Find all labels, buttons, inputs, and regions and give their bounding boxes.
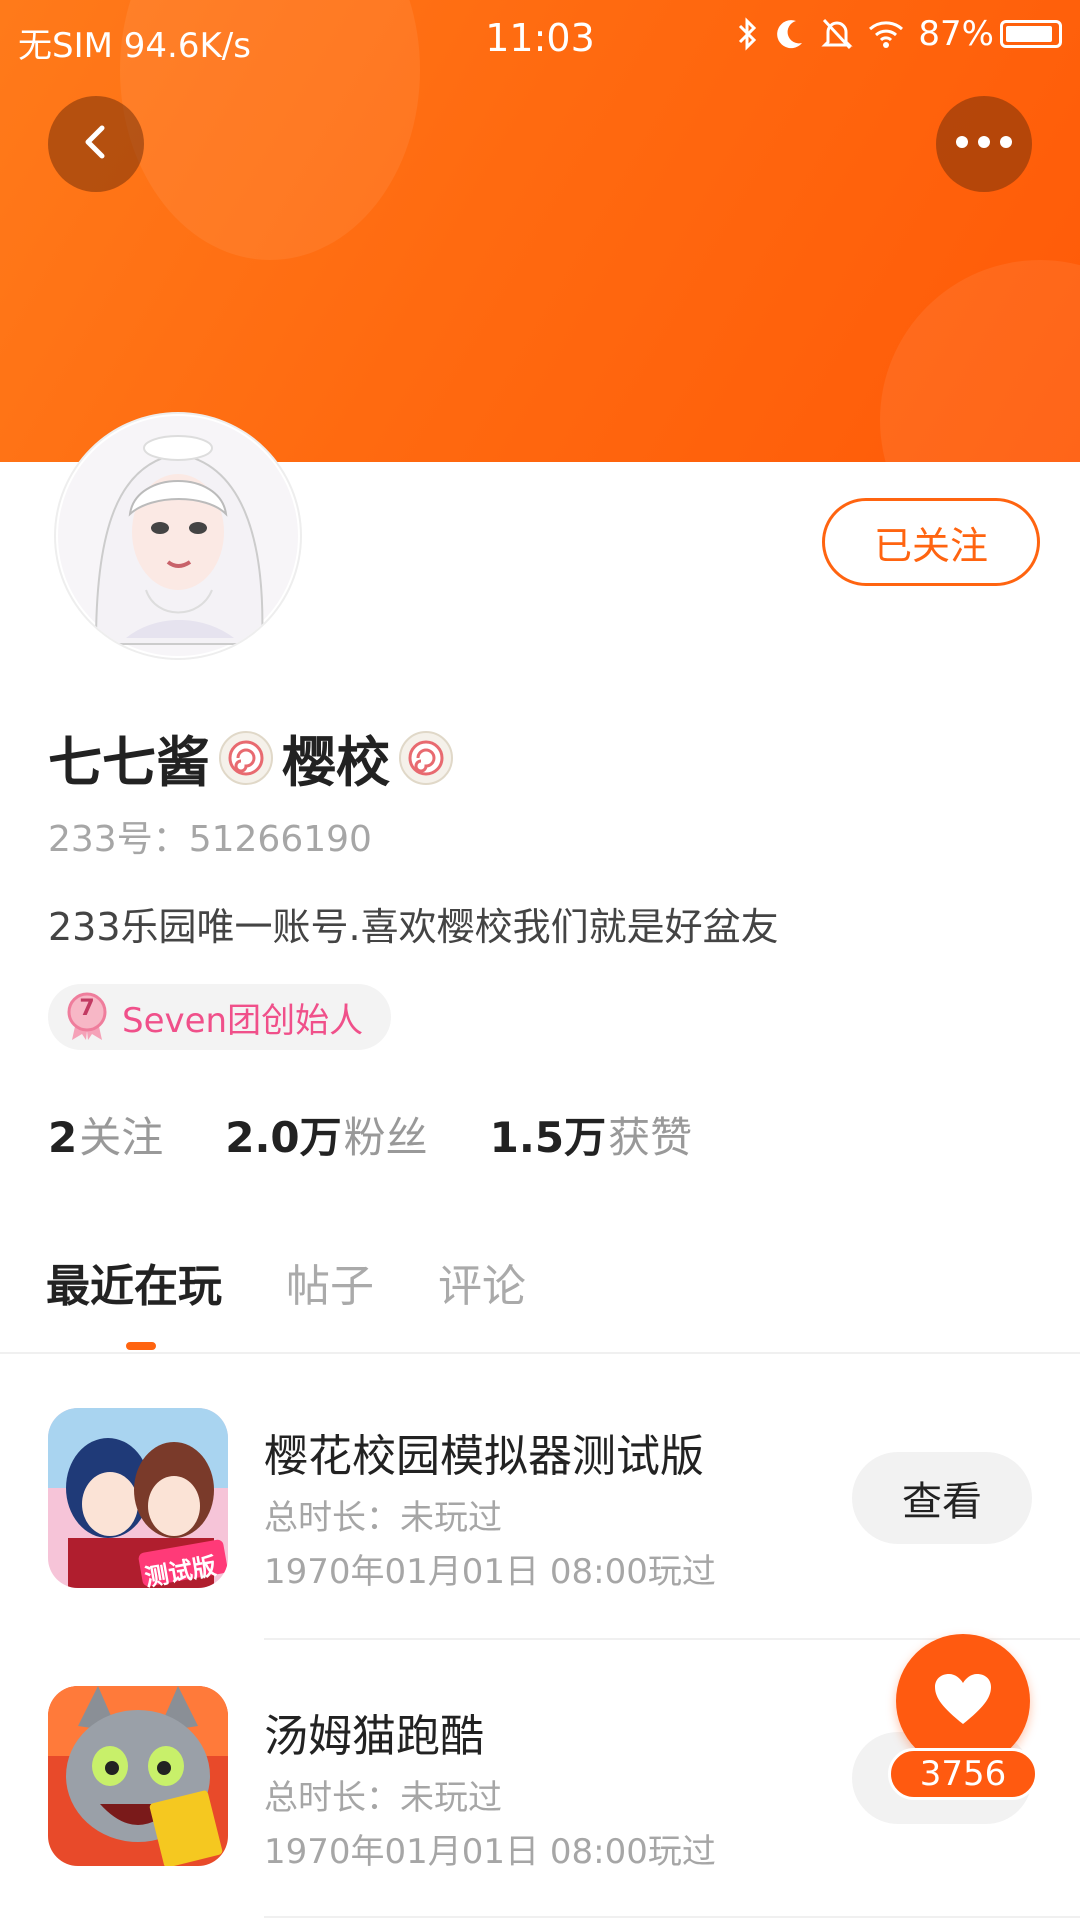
game-title: 樱花校园模拟器测试版 [264,1431,704,1482]
battery-icon [1000,20,1062,48]
header-decoration [880,260,1080,462]
active-tab-indicator [126,1342,156,1350]
bluetooth-icon [736,16,760,52]
heart-icon [933,1672,993,1730]
name-part-2: 樱校 [282,731,390,794]
game-last-played: 1970年01月01日 08:00玩过 [264,1552,716,1592]
tag-label: Seven团创始人 [122,1000,364,1041]
profile-tabs: 最近在玩 帖子 评论 [46,1250,590,1314]
tab-recent[interactable]: 最近在玩 [46,1250,222,1314]
wifi-icon [868,19,904,49]
fans-label: 粉丝 [343,1113,428,1162]
status-right: 87% [736,14,1062,54]
medal-icon: 7 [64,992,110,1042]
game-duration: 总时长：未玩过 [264,1498,502,1538]
avatar-illustration [58,416,298,656]
status-bar: 无SIM 94.6K/s 11:03 87% [0,0,1080,76]
more-options-button[interactable] [936,96,1032,192]
following-stat[interactable]: 2 关注 [48,1104,163,1165]
follow-status-button[interactable]: 已关注 [822,498,1040,586]
user-bio: 233乐园唯一账号.喜欢樱校我们就是好盆友 [48,905,779,949]
moon-icon [774,17,806,51]
back-button[interactable] [48,96,144,192]
mute-bell-icon [820,16,854,52]
game-last-played: 1970年01月01日 08:00玩过 [264,1832,716,1872]
user-id: 233号：51266190 [48,819,372,860]
view-game-button[interactable]: 查看 [852,1452,1032,1544]
game-icon-tom-cat [48,1686,228,1866]
likes-label: 获赞 [608,1113,693,1162]
likes-count: 1.5万 [489,1113,607,1162]
title-tag[interactable]: 7 Seven团创始人 [48,984,392,1050]
avatar[interactable] [56,414,300,658]
profile-stats: 2 关注 2.0万 粉丝 1.5万 获赞 [48,1104,754,1165]
likes-stat[interactable]: 1.5万 获赞 [490,1104,692,1165]
game-list-item[interactable]: 测试版 樱花校园模拟器测试版 总时长：未玩过 1970年01月01日 08:00… [0,1390,1080,1610]
game-icon-sakura-school: 测试版 [48,1408,228,1588]
tabs-divider [0,1352,1080,1354]
tab-posts[interactable]: 帖子 [286,1250,374,1314]
fans-count: 2.0万 [225,1113,342,1162]
back-arrow-icon [76,122,116,166]
candy-badge-icon [396,728,456,788]
more-dots-icon [954,134,1014,154]
name-part-1: 七七酱 [48,731,210,794]
like-count-badge: 3756 [888,1748,1038,1800]
battery-percent: 87% [918,14,994,54]
candy-badge-icon [216,728,276,788]
profile-name: 七七酱 樱校 [48,718,462,797]
fans-stat[interactable]: 2.0万 粉丝 [225,1104,427,1165]
battery-indicator: 87% [918,14,1062,54]
game-duration: 总时长：未玩过 [264,1778,502,1818]
following-label: 关注 [79,1113,164,1162]
following-count: 2 [48,1113,78,1162]
list-divider [264,1916,1080,1918]
tab-comments[interactable]: 评论 [438,1250,526,1314]
game-title: 汤姆猫跑酷 [264,1711,484,1762]
medal-number: 7 [79,996,95,1021]
